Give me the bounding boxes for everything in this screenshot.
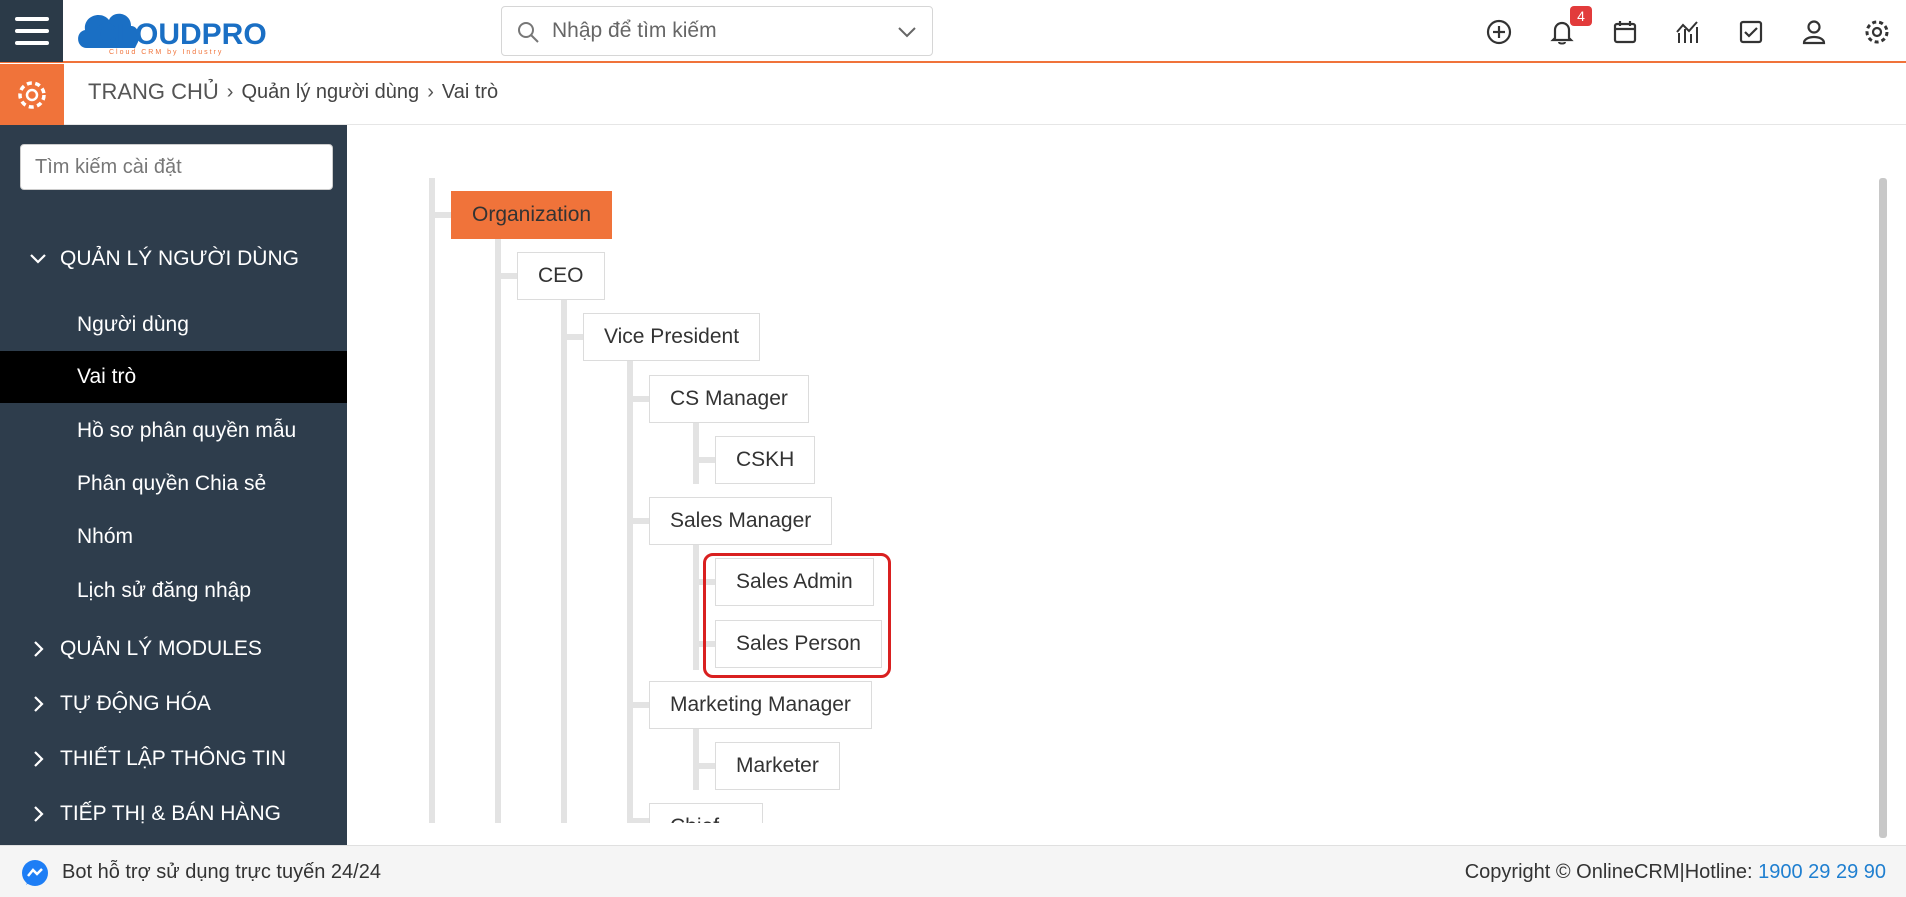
tree-line: [693, 728, 699, 790]
top-bar: CLOUDPRO Cloud CRM by Industry 4: [0, 0, 1906, 63]
hotline-link[interactable]: 1900 29 29 90: [1758, 861, 1886, 883]
cloudpro-logo[interactable]: CLOUDPRO Cloud CRM by Industry: [73, 4, 298, 56]
tree-line: [429, 178, 435, 823]
section-modules[interactable]: QUẢN LÝ MODULES: [28, 637, 262, 661]
global-search[interactable]: [501, 6, 933, 56]
support-bot-text[interactable]: Bot hỗ trợ sử dụng trực tuyến 24/24: [62, 861, 381, 884]
breadcrumb: TRANG CHỦ › Quản lý người dùng › Vai trò: [88, 79, 498, 105]
highlight-box: [703, 553, 891, 678]
calendar-icon[interactable]: [1610, 17, 1640, 47]
tree-line: [561, 300, 567, 823]
tree-line: [627, 361, 633, 823]
chevron-right-icon: [34, 751, 44, 767]
section-automation[interactable]: TỰ ĐỘNG HÓA: [28, 692, 211, 716]
section-marketing-sales[interactable]: TIẾP THỊ & BÁN HÀNG: [28, 802, 281, 826]
role-node-ceo[interactable]: CEO: [517, 252, 605, 300]
settings-sidebar: QUẢN LÝ NGƯỜI DÙNG Người dùng Vai trò Hồ…: [0, 125, 347, 845]
section-label: QUẢN LÝ MODULES: [60, 637, 262, 660]
role-node-marketing-manager[interactable]: Marketing Manager: [649, 681, 872, 729]
tree-line: [627, 702, 649, 708]
messenger-icon[interactable]: [20, 859, 50, 889]
copyright-text: Copyright © OnlineCRM|Hotline:: [1464, 861, 1759, 883]
tree-line: [693, 545, 699, 670]
role-node-sales-manager[interactable]: Sales Manager: [649, 497, 833, 545]
copyright: Copyright © OnlineCRM|Hotline: 1900 29 2…: [1465, 861, 1886, 884]
tree-line: [495, 273, 517, 279]
tree-line: [627, 518, 649, 524]
tree-line: [693, 422, 699, 484]
gear-icon: [18, 81, 46, 109]
chevron-right-icon: ›: [427, 80, 434, 103]
sidebar-item-profiles[interactable]: Hồ sơ phân quyền mẫu: [0, 405, 347, 457]
tree-line: [693, 763, 715, 769]
content-clip: [347, 823, 1906, 845]
chart-icon[interactable]: [1673, 17, 1703, 47]
tree-line: [495, 239, 501, 823]
chevron-right-icon: [34, 641, 44, 657]
role-node-marketer[interactable]: Marketer: [715, 742, 840, 790]
svg-text:CLOUDPRO: CLOUDPRO: [95, 18, 267, 51]
menu-icon[interactable]: [0, 0, 63, 62]
chevron-down-icon[interactable]: [896, 22, 918, 42]
sidebar-item-login-history[interactable]: Lịch sử đăng nhập: [0, 565, 347, 617]
tree-line: [627, 396, 649, 402]
breadcrumb-home[interactable]: TRANG CHỦ: [88, 79, 219, 105]
role-node-cs-manager[interactable]: CS Manager: [649, 375, 809, 423]
vertical-scrollbar[interactable]: [1879, 178, 1887, 838]
footer: Bot hỗ trợ sử dụng trực tuyến 24/24 Copy…: [0, 845, 1906, 897]
section-label: TIẾP THỊ & BÁN HÀNG: [60, 802, 281, 825]
chevron-right-icon: [34, 696, 44, 712]
notification-badge: 4: [1570, 6, 1592, 26]
sidebar-item-sharing[interactable]: Phân quyền Chia sẻ: [0, 458, 347, 510]
breadcrumb-roles: Vai trò: [441, 80, 499, 103]
sidebar-item-roles[interactable]: Vai trò: [0, 351, 347, 403]
chevron-right-icon: ›: [226, 80, 234, 103]
section-label: QUẢN LÝ NGƯỜI DÙNG: [60, 247, 299, 270]
section-info-setup[interactable]: THIẾT LẬP THÔNG TIN: [28, 747, 286, 771]
search-input[interactable]: [552, 15, 882, 47]
settings-icon[interactable]: [1862, 17, 1892, 47]
section-label: TỰ ĐỘNG HÓA: [60, 692, 211, 715]
role-node-vice-president[interactable]: Vice President: [583, 313, 761, 361]
settings-section-icon: [0, 64, 64, 125]
chevron-right-icon: [34, 806, 44, 822]
section-user-management[interactable]: QUẢN LÝ NGƯỜI DÙNG: [28, 247, 299, 271]
tree-line: [429, 212, 451, 218]
sidebar-item-users[interactable]: Người dùng: [0, 299, 347, 351]
sidebar-item-groups[interactable]: Nhóm: [0, 511, 347, 563]
tree-line: [693, 457, 715, 463]
search-icon: [518, 22, 539, 43]
settings-search-input[interactable]: [20, 144, 333, 190]
tree-line: [561, 334, 583, 340]
role-node-organization[interactable]: Organization: [451, 191, 613, 239]
checkbox-icon[interactable]: [1736, 17, 1766, 47]
breadcrumb-user-management[interactable]: Quản lý người dùng: [241, 81, 419, 104]
section-label: THIẾT LẬP THÔNG TIN: [60, 747, 286, 770]
role-node-cskh[interactable]: CSKH: [715, 436, 816, 484]
plus-circle-icon[interactable]: [1484, 17, 1514, 47]
chevron-down-icon: [30, 254, 46, 264]
svg-text:Cloud CRM by Industry: Cloud CRM by Industry: [109, 49, 223, 56]
user-icon[interactable]: [1799, 17, 1829, 47]
